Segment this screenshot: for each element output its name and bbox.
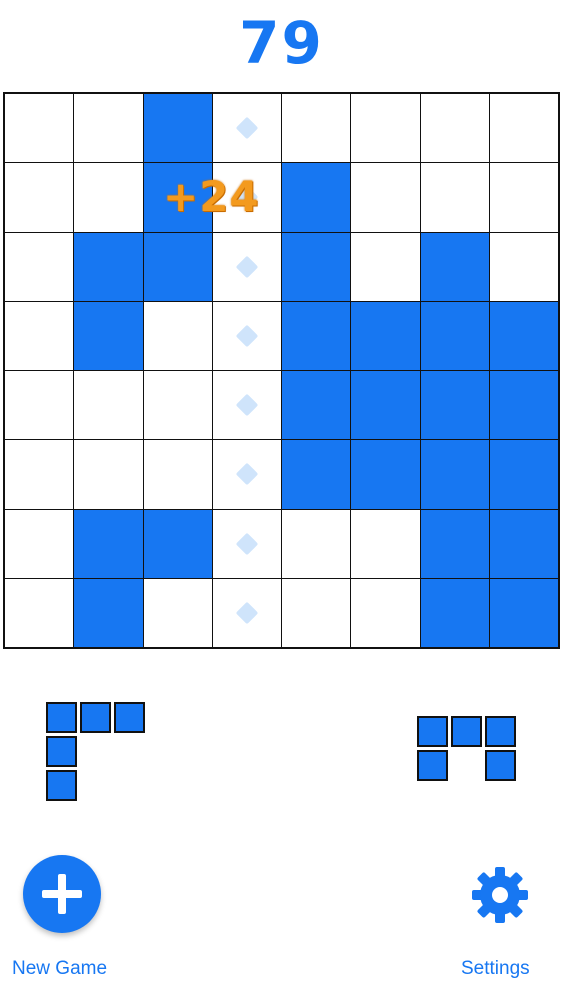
- score: 79: [239, 9, 324, 77]
- board-cell[interactable]: [5, 163, 74, 232]
- gear-icon[interactable]: [471, 866, 529, 924]
- board-cell[interactable]: [351, 301, 420, 370]
- piece-block: [114, 702, 145, 733]
- board-cell[interactable]: [489, 94, 558, 163]
- piece-block: [46, 770, 77, 801]
- piece-block: [485, 716, 516, 747]
- board-cell[interactable]: [282, 509, 351, 578]
- board-cell[interactable]: [212, 509, 281, 578]
- board-cell[interactable]: [143, 578, 212, 647]
- board-cell[interactable]: [212, 94, 281, 163]
- board-cell[interactable]: [420, 301, 489, 370]
- board-cell[interactable]: [143, 509, 212, 578]
- board-cell[interactable]: [420, 440, 489, 509]
- board-cell[interactable]: [5, 301, 74, 370]
- board-cell[interactable]: [212, 440, 281, 509]
- new-game-label[interactable]: New Game: [12, 958, 107, 980]
- board-cell[interactable]: [420, 94, 489, 163]
- board-cell[interactable]: [74, 371, 143, 440]
- board-cell[interactable]: [74, 509, 143, 578]
- piece-block: [417, 750, 448, 781]
- board-cell[interactable]: [212, 578, 281, 647]
- piece-block: [46, 736, 77, 767]
- board-cell[interactable]: [74, 440, 143, 509]
- board-cell[interactable]: [74, 578, 143, 647]
- board-cell[interactable]: [143, 232, 212, 301]
- piece-block: [80, 702, 111, 733]
- board-cell[interactable]: [143, 301, 212, 370]
- board-cell[interactable]: [282, 371, 351, 440]
- board-cell[interactable]: [351, 440, 420, 509]
- piece-block: [417, 716, 448, 747]
- board-cell[interactable]: [420, 163, 489, 232]
- board-cell[interactable]: [420, 509, 489, 578]
- board-cell[interactable]: [489, 163, 558, 232]
- board-cell[interactable]: [351, 578, 420, 647]
- new-game-button[interactable]: [23, 855, 101, 933]
- board-cell[interactable]: [5, 509, 74, 578]
- board-cell[interactable]: [282, 440, 351, 509]
- piece-right[interactable]: [417, 716, 519, 784]
- board-cell[interactable]: [5, 578, 74, 647]
- board-cell[interactable]: [5, 94, 74, 163]
- board-cell[interactable]: [282, 94, 351, 163]
- board-cell[interactable]: [489, 371, 558, 440]
- board-cell[interactable]: [282, 163, 351, 232]
- board-cell[interactable]: [420, 232, 489, 301]
- board-cell[interactable]: [420, 578, 489, 647]
- board-cell[interactable]: [489, 578, 558, 647]
- board-cell[interactable]: [74, 301, 143, 370]
- board-cell[interactable]: [351, 371, 420, 440]
- board-cell[interactable]: [351, 163, 420, 232]
- board-cell[interactable]: [489, 509, 558, 578]
- piece-left[interactable]: [46, 702, 148, 804]
- board-cell[interactable]: [351, 94, 420, 163]
- board-cell[interactable]: [282, 578, 351, 647]
- piece-block: [46, 702, 77, 733]
- board-cell[interactable]: [74, 163, 143, 232]
- game-board[interactable]: [3, 92, 560, 649]
- board-cell[interactable]: [282, 301, 351, 370]
- board-cell[interactable]: [212, 301, 281, 370]
- board-cell[interactable]: [143, 94, 212, 163]
- board-cell[interactable]: [143, 371, 212, 440]
- board-cell[interactable]: [5, 232, 74, 301]
- board-cell[interactable]: [74, 232, 143, 301]
- board-cell[interactable]: [489, 232, 558, 301]
- board-cell[interactable]: [489, 301, 558, 370]
- board-cell[interactable]: [351, 509, 420, 578]
- board-cell[interactable]: [420, 371, 489, 440]
- board-cell[interactable]: [212, 371, 281, 440]
- board-cell[interactable]: [5, 440, 74, 509]
- board-cell[interactable]: [212, 232, 281, 301]
- board-cell[interactable]: [74, 94, 143, 163]
- board-cell[interactable]: [351, 232, 420, 301]
- piece-block: [451, 716, 482, 747]
- score-popup: +24: [163, 172, 260, 221]
- board-cell[interactable]: [143, 440, 212, 509]
- board-cell[interactable]: [5, 371, 74, 440]
- piece-block: [485, 750, 516, 781]
- board-cell[interactable]: [489, 440, 558, 509]
- settings-label[interactable]: Settings: [461, 958, 530, 980]
- board-cell[interactable]: [282, 232, 351, 301]
